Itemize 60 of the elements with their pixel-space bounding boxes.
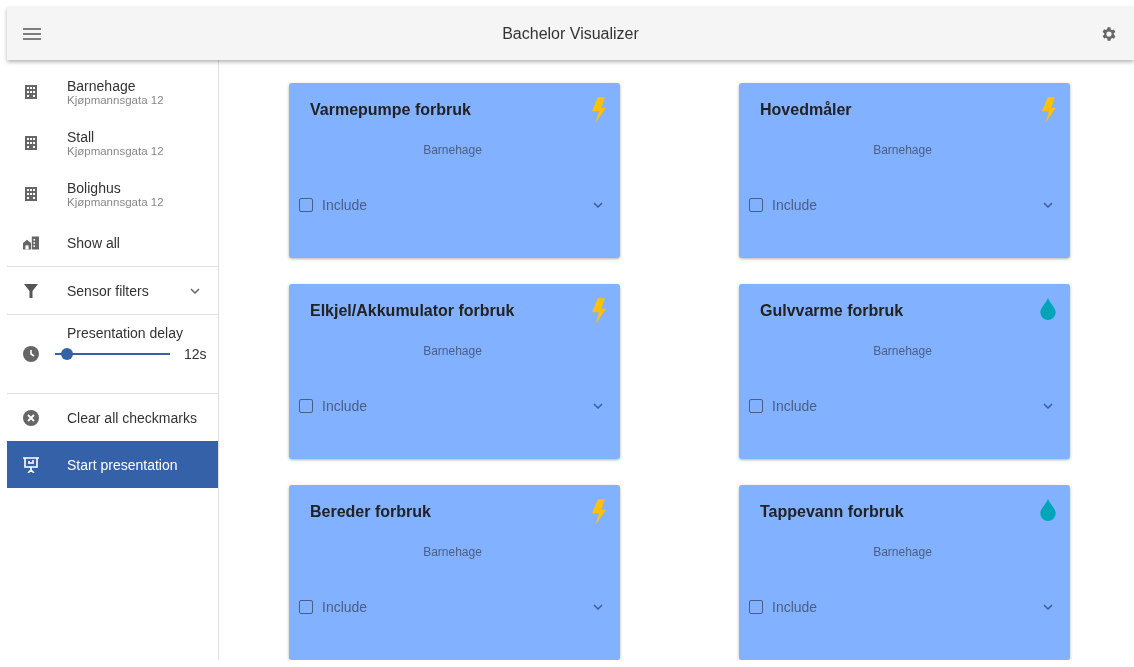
lightning-icon [1042,97,1056,123]
card-location: Barnehage [873,344,932,358]
location-item[interactable]: Bolighus Kjøpmannsgata 12 [7,168,218,219]
card-title: Elkjel/Akkumulator forbruk [310,302,515,320]
action-label: Clear all checkmarks [67,409,197,426]
clock-icon [23,346,39,362]
presentation-icon [23,456,39,473]
building-icon [23,186,39,201]
card-location: Barnehage [423,545,482,559]
card-location: Barnehage [873,545,932,559]
sensor-filters-label: Sensor filters [67,282,150,299]
buildings-icon [23,234,39,251]
location-item[interactable]: Barnehage Kjøpmannsgata 12 [7,66,218,117]
chevron-icon[interactable] [1043,604,1053,610]
lightning-icon [592,298,606,324]
location-name: Bolighus [67,179,122,196]
settings-icon[interactable] [1100,24,1118,43]
lightning-icon [592,97,606,123]
card-location: Barnehage [873,143,932,157]
include-checkbox[interactable]: Include [299,398,368,414]
include-checkbox[interactable]: Include [299,197,368,213]
location-name: Stall [67,128,96,145]
card-title: Varmepumpe forbruk [310,101,471,119]
location-address: Kjøpmannsgata 12 [67,93,164,106]
filter-icon [23,283,39,298]
chevron-icon [190,287,200,294]
card-title: Tappevann forbruk [760,503,904,521]
chevron-icon[interactable] [1043,202,1053,208]
building-icon [23,84,39,99]
lightning-icon [592,499,606,525]
chevron-icon[interactable] [1043,403,1053,409]
location-name: Barnehage [67,77,137,94]
chevron-icon[interactable] [593,202,603,208]
show-all-item[interactable]: Show all [7,219,218,266]
card-title: Gulvvarme forbruk [760,302,904,320]
show-all-label: Show all [67,234,120,251]
chevron-icon[interactable] [593,403,603,409]
include-checkbox[interactable]: Include [749,599,818,615]
menu-icon[interactable] [23,27,41,40]
include-checkbox[interactable]: Include [749,197,818,213]
action-item[interactable]: Start presentation [7,441,218,488]
card-title: Bereder forbruk [310,503,431,521]
building-icon [23,135,39,150]
location-item[interactable]: Stall Kjøpmannsgata 12 [7,117,218,168]
presentation-delay-label: Presentation delay [67,325,184,341]
location-address: Kjøpmannsgata 12 [67,144,164,157]
card-title: Hovedmåler [760,101,852,119]
water-drop-icon [1040,499,1056,521]
location-address: Kjøpmannsgata 12 [67,195,164,208]
app-title: Bachelor Visualizer [501,24,640,43]
card-location: Barnehage [423,143,482,157]
water-drop-icon [1040,298,1056,320]
include-checkbox[interactable]: Include [299,599,368,615]
card-location: Barnehage [423,344,482,358]
clear-icon [23,409,39,426]
sensor-filters-item[interactable]: Sensor filters [7,266,218,314]
chevron-icon[interactable] [593,604,603,610]
delay-value: 12s [184,346,207,362]
include-checkbox[interactable]: Include [749,398,818,414]
action-label: Start presentation [67,456,178,473]
